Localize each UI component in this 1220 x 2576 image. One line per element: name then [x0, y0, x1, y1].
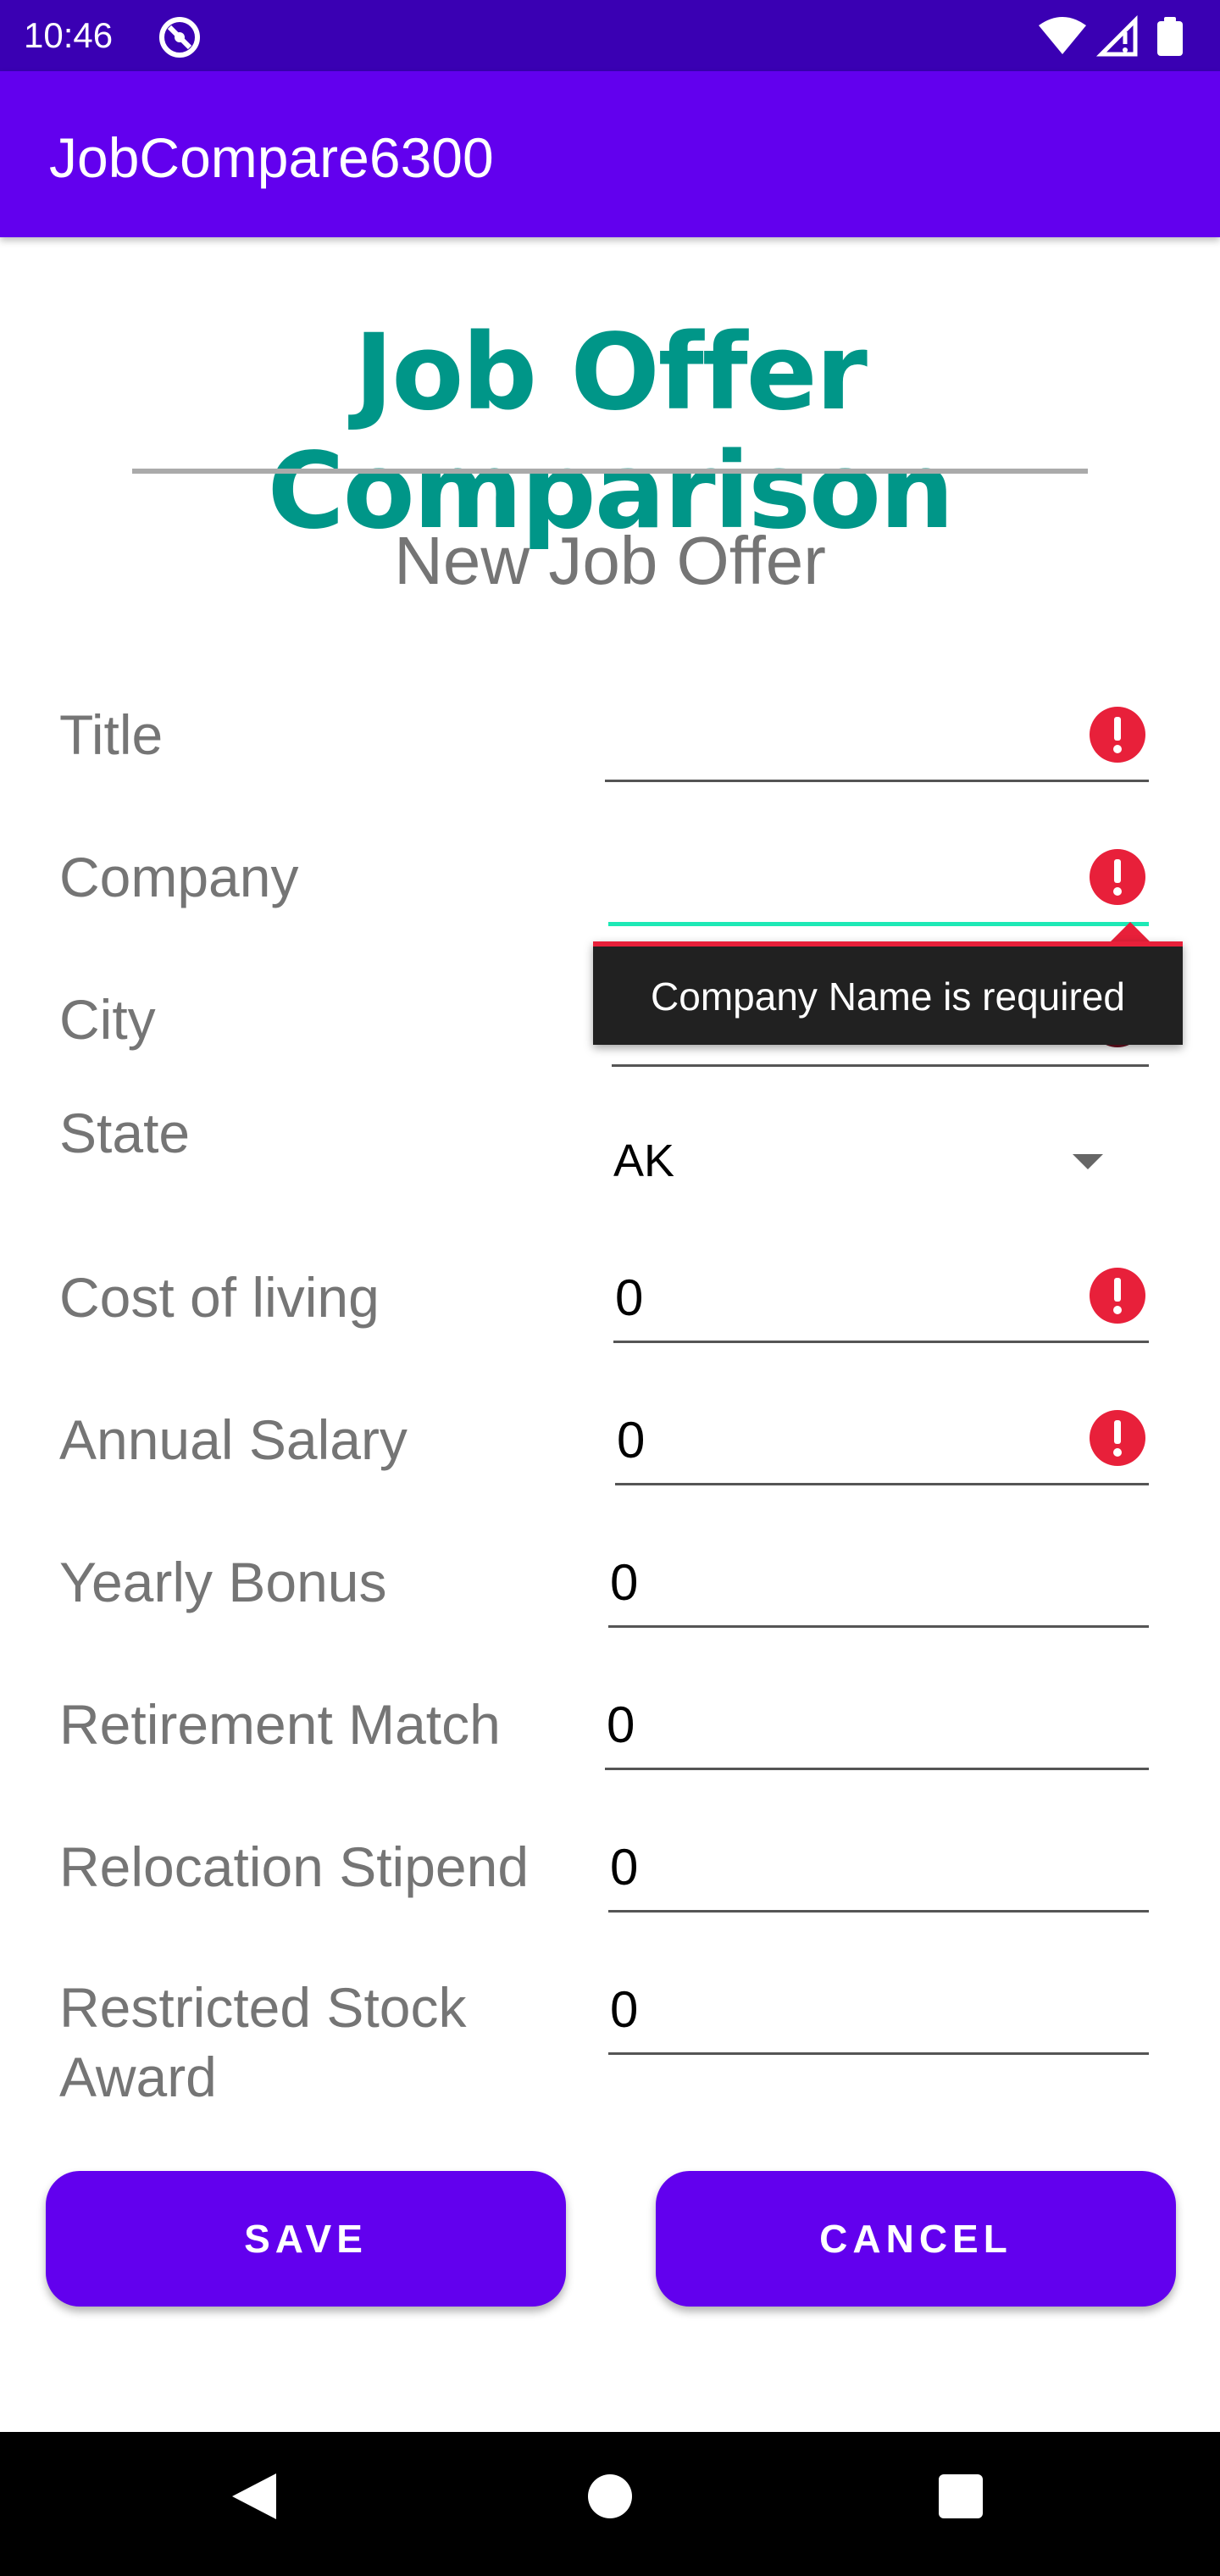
retirement-match-label: Retirement Match	[59, 1693, 501, 1756]
page-subtitle: New Job Offer	[394, 523, 826, 598]
do-not-disturb-icon	[159, 17, 200, 58]
cost-of-living-underline	[613, 1341, 1149, 1343]
tooltip-arrow	[1110, 922, 1151, 942]
error-icon	[1090, 1268, 1145, 1324]
relocation-stipend-underline	[608, 1910, 1149, 1913]
status-bar: 10:46	[0, 0, 1220, 71]
yearly-bonus-underline	[608, 1625, 1149, 1628]
annual-salary-label: Annual Salary	[59, 1408, 408, 1471]
status-time: 10:46	[24, 15, 114, 55]
title-label: Title	[59, 703, 164, 766]
yearly-bonus-label: Yearly Bonus	[59, 1551, 387, 1613]
relocation-stipend-input[interactable]: 0	[610, 1837, 638, 1898]
chevron-down-icon[interactable]	[1073, 1154, 1103, 1169]
home-icon[interactable]	[588, 2474, 632, 2518]
title-underline	[605, 780, 1149, 782]
navigation-bar	[0, 2432, 1220, 2576]
app-bar: JobCompare6300	[0, 71, 1220, 237]
title-divider	[132, 469, 1088, 474]
status-icons	[1039, 14, 1183, 57]
company-underline	[608, 922, 1149, 926]
signal-icon	[1095, 14, 1138, 57]
annual-salary-underline	[615, 1483, 1149, 1485]
cost-of-living-input[interactable]: 0	[615, 1268, 643, 1329]
retirement-match-underline	[605, 1768, 1149, 1770]
yearly-bonus-input[interactable]: 0	[610, 1552, 638, 1613]
company-label: Company	[59, 846, 299, 908]
restricted-stock-label-line1: Restricted Stock	[59, 1976, 467, 2039]
retirement-match-input[interactable]: 0	[607, 1695, 635, 1756]
battery-icon	[1157, 17, 1183, 56]
error-tooltip: Company Name is required	[593, 941, 1183, 1045]
recents-icon[interactable]	[939, 2474, 983, 2518]
cost-of-living-label: Cost of living	[59, 1266, 380, 1329]
restricted-stock-underline	[608, 2052, 1149, 2055]
city-label: City	[59, 988, 156, 1051]
save-button[interactable]: SAVE	[46, 2171, 566, 2307]
state-label: State	[59, 1102, 191, 1164]
error-icon	[1090, 1410, 1145, 1466]
error-icon	[1090, 849, 1145, 905]
page-title: Job Offer Comparison	[267, 312, 955, 552]
cancel-button[interactable]: CANCEL	[656, 2171, 1176, 2307]
back-icon[interactable]	[229, 2470, 280, 2523]
error-tooltip-text: Company Name is required	[651, 974, 1125, 1019]
state-select[interactable]: AK	[613, 1130, 674, 1191]
relocation-stipend-label: Relocation Stipend	[59, 1835, 530, 1898]
wifi-icon	[1039, 17, 1086, 54]
restricted-stock-label: Restricted Stock Award	[59, 1973, 467, 2112]
restricted-stock-input[interactable]: 0	[610, 1979, 638, 2040]
restricted-stock-label-line2: Award	[59, 2046, 217, 2108]
error-icon	[1090, 707, 1145, 763]
city-underline	[612, 1064, 1149, 1067]
app-title: JobCompare6300	[49, 126, 494, 189]
annual-salary-input[interactable]: 0	[617, 1410, 645, 1471]
